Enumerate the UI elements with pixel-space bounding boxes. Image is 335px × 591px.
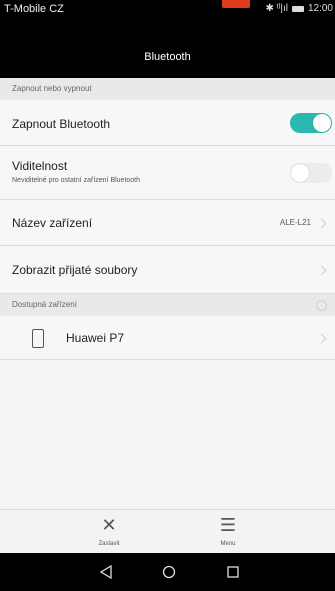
visibility-switch[interactable] <box>290 163 332 183</box>
device-name-label: Název zařízení <box>12 216 93 230</box>
menu-button[interactable]: ☰ Menu <box>183 510 273 554</box>
back-button[interactable] <box>91 560 121 584</box>
title-bar: Bluetooth <box>0 36 335 78</box>
device-name-value: ALE-L21 <box>279 218 311 227</box>
highlight-marker <box>222 0 250 8</box>
switch-knob <box>313 114 331 132</box>
back-icon <box>99 565 112 579</box>
bluetooth-toggle-row[interactable]: Zapnout Bluetooth <box>0 100 335 146</box>
visibility-description: Neviditelné pro ostatní zařízení Bluetoo… <box>12 177 141 184</box>
stop-label: Zastavit <box>98 541 120 547</box>
close-icon: ✕ <box>101 515 117 535</box>
menu-icon: ☰ <box>219 515 237 535</box>
chevron-right-icon <box>316 265 327 276</box>
visibility-label: Viditelnost <box>12 159 68 173</box>
received-files-row[interactable]: Zobrazit přijaté soubory <box>0 246 335 294</box>
home-button[interactable] <box>154 560 184 584</box>
bluetooth-label: Zapnout Bluetooth <box>12 117 111 131</box>
phone-icon <box>32 329 44 348</box>
recents-button[interactable] <box>218 560 248 584</box>
page-title: Bluetooth <box>144 51 191 63</box>
signal-icons: ✱ ᵗˡ|ıl <box>265 3 288 14</box>
section-header-available: Dostupná zařízení <box>0 294 335 316</box>
carrier-name: T-Mobile CZ <box>4 3 64 15</box>
navigation-bar <box>0 553 335 591</box>
bottom-action-bar: ✕ Zastavit ☰ Menu <box>0 509 335 553</box>
available-devices-heading: Dostupná zařízení <box>12 300 77 309</box>
recents-icon <box>227 566 239 578</box>
chevron-right-icon <box>316 333 327 344</box>
chevron-right-icon <box>316 218 327 229</box>
status-bar: T-Mobile CZ ✱ ᵗˡ|ıl 12:00 <box>0 0 335 36</box>
section-header-toggle: Zapnout nebo vypnout <box>0 78 335 100</box>
received-files-label: Zobrazit přijaté soubory <box>12 263 138 277</box>
device-name-row[interactable]: Název zařízení ALE-L21 <box>0 200 335 246</box>
bluetooth-switch[interactable] <box>290 113 332 133</box>
stop-button[interactable]: ✕ Zastavit <box>64 510 154 554</box>
battery-icon <box>291 5 304 12</box>
menu-label: Menu <box>220 541 236 547</box>
switch-knob <box>291 164 309 182</box>
device-list-item[interactable]: Huawei P7 <box>0 316 335 360</box>
visibility-row[interactable]: Viditelnost Neviditelné pro ostatní zaří… <box>0 146 335 200</box>
home-icon <box>162 565 176 579</box>
device-name: Huawei P7 <box>66 331 125 345</box>
clock: 12:00 <box>307 3 333 14</box>
status-icons: ✱ ᵗˡ|ıl 12:00 <box>265 3 333 14</box>
scanning-spinner-icon <box>316 300 327 311</box>
